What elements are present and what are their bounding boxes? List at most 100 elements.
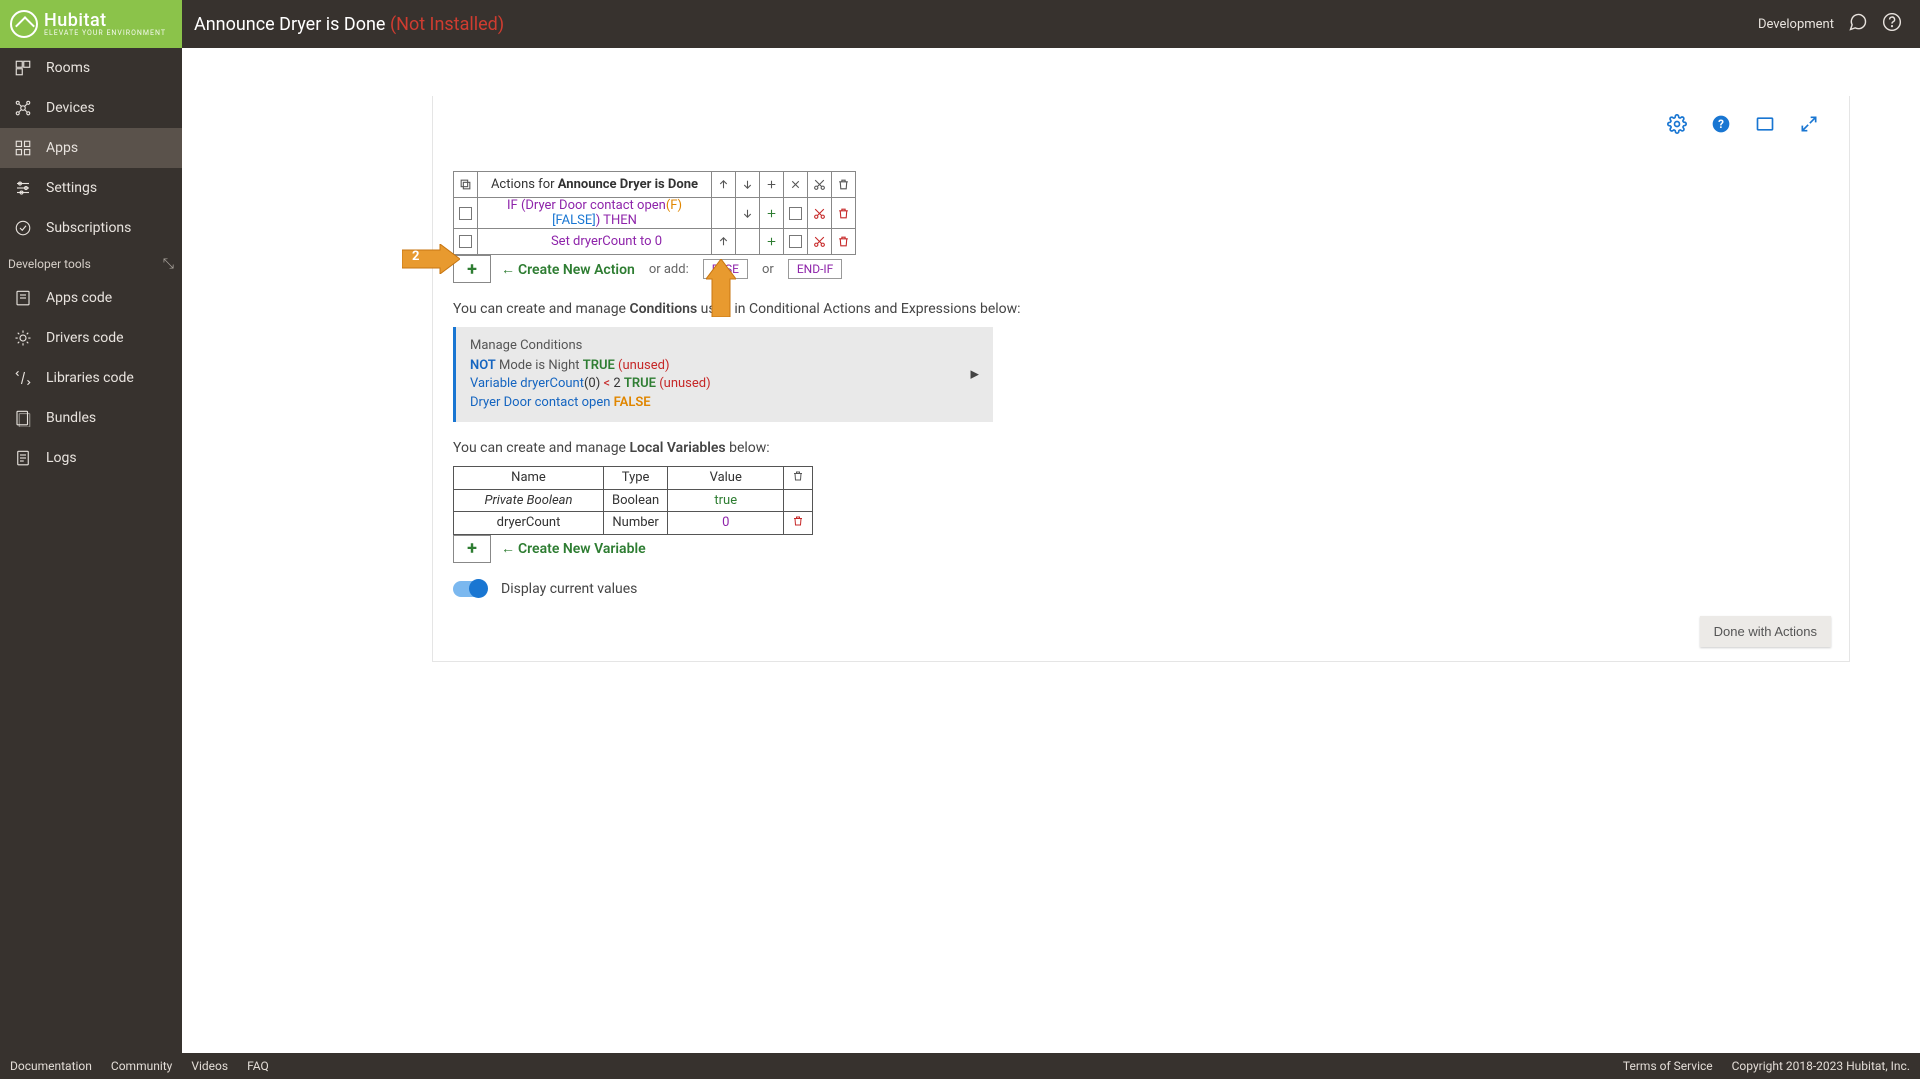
- row-checkbox[interactable]: [454, 198, 478, 229]
- settings-icon: [14, 179, 32, 197]
- page-title-text: Announce Dryer is Done: [194, 14, 385, 35]
- chat-icon[interactable]: [1848, 12, 1868, 36]
- condition-line: NOT Mode is Night TRUE (unused): [470, 357, 979, 375]
- checkbox-icon[interactable]: [784, 198, 808, 229]
- collapse-icon[interactable]: ⤡: [163, 256, 174, 272]
- logo[interactable]: Hubitat ELEVATE YOUR ENVIRONMENT: [0, 0, 182, 48]
- sidebar-item-settings[interactable]: Settings: [0, 168, 182, 208]
- toggle-label: Display current values: [501, 581, 637, 597]
- add-icon[interactable]: [760, 198, 784, 229]
- rooms-icon: [14, 59, 32, 77]
- libraries-icon: [14, 369, 32, 387]
- sidebar-item-label: Apps: [46, 140, 78, 156]
- expand-icon[interactable]: [1799, 114, 1819, 134]
- annotation-arrow-2: [706, 259, 736, 317]
- footer-copyright: Copyright 2018-2023 Hubitat, Inc.: [1732, 1059, 1910, 1073]
- cut-icon[interactable]: [808, 229, 832, 255]
- devices-icon: [14, 99, 32, 117]
- help-icon[interactable]: [1882, 12, 1902, 36]
- main-card: ? Actions for Announce Dryer is Done: [432, 96, 1850, 662]
- actions-table: Actions for Announce Dryer is Done IF (D…: [453, 171, 856, 255]
- manage-conditions-title: Manage Conditions: [470, 337, 979, 355]
- sidebar-item-rooms[interactable]: Rooms: [0, 48, 182, 88]
- variable-row[interactable]: Private Boolean Boolean true: [454, 489, 813, 511]
- footer-link-documentation[interactable]: Documentation: [10, 1059, 92, 1073]
- manage-conditions-box[interactable]: Manage Conditions NOT Mode is Night TRUE…: [453, 327, 993, 422]
- checkbox-icon[interactable]: [784, 229, 808, 255]
- bundles-icon: [14, 409, 32, 427]
- variable-row[interactable]: dryerCount Number 0: [454, 511, 813, 534]
- footer-link-videos[interactable]: Videos: [191, 1059, 228, 1073]
- sidebar-item-label: Libraries code: [46, 370, 134, 386]
- sidebar-item-apps-code[interactable]: Apps code: [0, 278, 182, 318]
- add-icon[interactable]: [760, 172, 784, 198]
- page-title: Announce Dryer is Done (Not Installed): [182, 14, 1758, 35]
- sidebar-item-devices[interactable]: Devices: [0, 88, 182, 128]
- cut-icon[interactable]: [808, 172, 832, 198]
- var-value: true: [668, 489, 784, 511]
- condition-line: Variable dryerCount(0) < 2 TRUE (unused): [470, 375, 979, 393]
- endif-chip[interactable]: END-IF: [788, 259, 842, 279]
- column-header: Name: [454, 466, 604, 489]
- variables-desc: You can create and manage Local Variable…: [453, 440, 1829, 456]
- help-icon[interactable]: ?: [1711, 114, 1731, 134]
- move-down-icon[interactable]: [736, 198, 760, 229]
- sidebar-item-label: Apps code: [46, 290, 112, 306]
- footer-link-tos[interactable]: Terms of Service: [1623, 1059, 1713, 1073]
- footer-link-community[interactable]: Community: [111, 1059, 172, 1073]
- sidebar-item-label: Rooms: [46, 60, 90, 76]
- sidebar-item-drivers-code[interactable]: Drivers code: [0, 318, 182, 358]
- condition-line: Dryer Door contact open FALSE: [470, 394, 979, 412]
- move-up-icon[interactable]: [712, 172, 736, 198]
- add-variable-plus[interactable]: +: [453, 535, 491, 563]
- sidebar-item-bundles[interactable]: Bundles: [0, 398, 182, 438]
- logo-tagline: ELEVATE YOUR ENVIRONMENT: [44, 30, 166, 37]
- trash-header-icon: [784, 466, 813, 489]
- sidebar-item-label: Settings: [46, 180, 97, 196]
- action-row-if[interactable]: IF (Dryer Door contact open(F) [FALSE]) …: [478, 198, 712, 229]
- sidebar-item-logs[interactable]: Logs: [0, 438, 182, 478]
- dev-header-label: Developer tools: [8, 257, 91, 271]
- sidebar-item-subscriptions[interactable]: Subscriptions: [0, 208, 182, 248]
- env-label: Development: [1758, 17, 1834, 32]
- trash-icon[interactable]: [832, 198, 856, 229]
- footer-link-faq[interactable]: FAQ: [247, 1059, 269, 1073]
- expand-caret-icon[interactable]: ▶: [971, 367, 979, 382]
- done-with-actions-button[interactable]: Done with Actions: [1700, 616, 1831, 647]
- logo-mark-icon: [10, 10, 38, 38]
- or-add-label: or add:: [649, 262, 689, 277]
- var-name: Private Boolean: [454, 489, 604, 511]
- move-down-icon[interactable]: [736, 172, 760, 198]
- delete-variable-icon[interactable]: [784, 511, 813, 534]
- sidebar-item-libraries-code[interactable]: Libraries code: [0, 358, 182, 398]
- add-icon[interactable]: [760, 229, 784, 255]
- column-header: Value: [668, 466, 784, 489]
- annotation-number: 2: [412, 249, 419, 264]
- logo-name: Hubitat: [44, 12, 166, 30]
- sidebar-item-apps[interactable]: Apps: [0, 128, 182, 168]
- sidebar-item-label: Devices: [46, 100, 95, 116]
- action-row-set[interactable]: Set dryerCount to 0: [478, 229, 712, 255]
- move-up-icon[interactable]: [712, 229, 736, 255]
- logs-icon: [14, 449, 32, 467]
- trash-icon[interactable]: [832, 172, 856, 198]
- subscriptions-icon: [14, 219, 32, 237]
- variables-table: Name Type Value Private Boolean Boolean …: [453, 466, 813, 535]
- close-icon[interactable]: [784, 172, 808, 198]
- svg-text:?: ?: [1718, 117, 1724, 131]
- var-type: Number: [604, 511, 668, 534]
- trash-icon[interactable]: [832, 229, 856, 255]
- window-icon[interactable]: [1755, 114, 1775, 134]
- cut-icon[interactable]: [808, 198, 832, 229]
- sidebar-item-label: Logs: [46, 450, 77, 466]
- display-values-toggle[interactable]: [453, 581, 487, 597]
- footer: Documentation Community Videos FAQ Terms…: [0, 1053, 1920, 1079]
- or-label: or: [762, 262, 774, 277]
- developer-tools-header[interactable]: Developer tools ⤡: [0, 248, 182, 278]
- copy-all-icon[interactable]: [454, 172, 478, 198]
- create-new-variable-link[interactable]: ←Create New Variable: [501, 540, 646, 557]
- gear-icon[interactable]: [1667, 114, 1687, 134]
- create-new-action-link[interactable]: ←Create New Action: [501, 261, 635, 278]
- sidebar-item-label: Subscriptions: [46, 220, 131, 236]
- drivers-icon: [14, 329, 32, 347]
